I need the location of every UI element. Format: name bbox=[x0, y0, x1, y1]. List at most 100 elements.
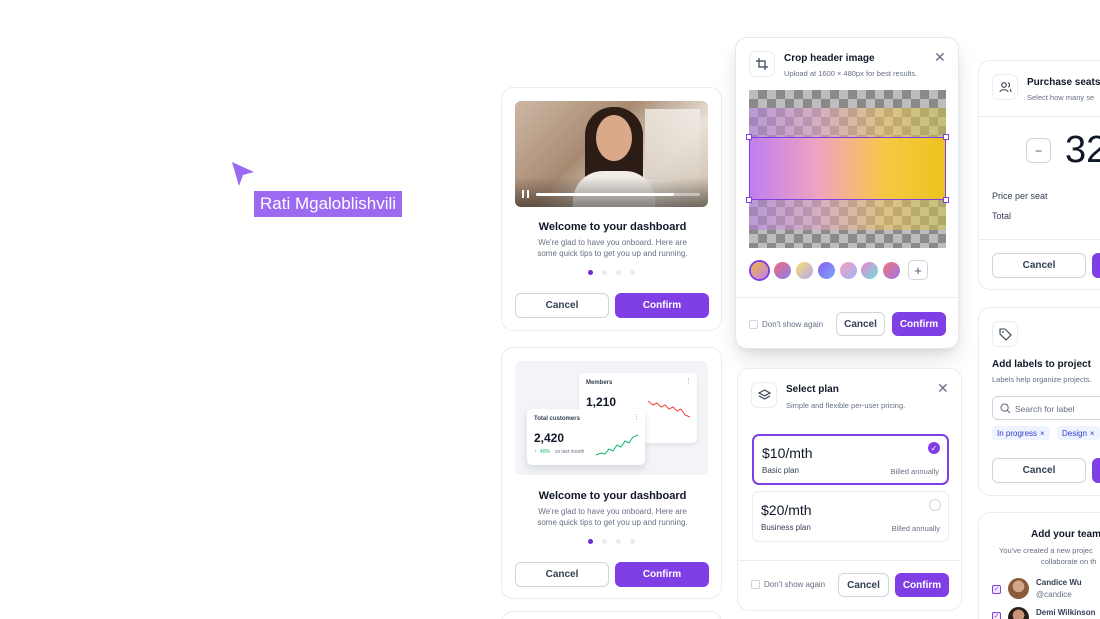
cursor-name-tag: Rati Mgaloblishvili bbox=[254, 191, 403, 217]
dont-show-checkbox[interactable] bbox=[751, 580, 760, 589]
gradient-swatch-4[interactable] bbox=[818, 262, 835, 279]
pagination-dot-1[interactable] bbox=[588, 539, 593, 544]
price-per-seat-label: Price per seat bbox=[992, 191, 1048, 201]
modal-subtitle: Select how many se bbox=[1027, 93, 1095, 102]
more-icon: ⋮ bbox=[633, 414, 640, 421]
customers-card: Total customers ⋮ 2,420 ↑ 40% vs last mo… bbox=[527, 409, 645, 465]
arrow-up-icon: ↑ bbox=[534, 449, 537, 455]
member-checkbox-checked[interactable]: ✓ bbox=[992, 612, 1001, 619]
pagination-dot-1[interactable] bbox=[588, 270, 593, 275]
pause-icon[interactable] bbox=[522, 190, 529, 198]
confirm-button[interactable]: Confirm bbox=[895, 573, 949, 597]
next-card-stub bbox=[501, 611, 722, 619]
modal-title: Select plan bbox=[786, 384, 839, 395]
gradient-swatch-7[interactable] bbox=[883, 262, 900, 279]
pagination-dot-3[interactable] bbox=[616, 539, 621, 544]
pagination-dot-2[interactable] bbox=[602, 539, 607, 544]
pagination-dot-4[interactable] bbox=[630, 539, 635, 544]
cancel-button[interactable]: Cancel bbox=[515, 562, 609, 587]
more-icon: ⋮ bbox=[685, 378, 692, 385]
cancel-button[interactable]: Cancel bbox=[838, 573, 889, 597]
pagination-dots bbox=[588, 270, 635, 275]
crop-canvas[interactable] bbox=[746, 90, 949, 248]
tag-remove-icon[interactable]: × bbox=[1090, 429, 1095, 438]
members-sparkline bbox=[647, 400, 691, 418]
tag-label: In progress bbox=[997, 428, 1038, 438]
tag-remove-icon[interactable]: × bbox=[1040, 429, 1045, 438]
crop-icon bbox=[749, 51, 775, 77]
modal-subtitle-line-1: We're glad to have you onboard. Here are bbox=[538, 507, 687, 516]
members-label: Members bbox=[586, 380, 613, 386]
tag-label: Design bbox=[1062, 428, 1087, 438]
avatar bbox=[1008, 607, 1029, 619]
customers-change-note: vs last month bbox=[555, 449, 585, 455]
dont-show-label: Don't show again bbox=[764, 580, 826, 589]
person-face bbox=[596, 115, 632, 161]
member-name: Demi Wilkinson bbox=[1036, 608, 1096, 617]
pagination-dot-3[interactable] bbox=[616, 270, 621, 275]
confirm-button[interactable] bbox=[1092, 253, 1100, 278]
onboarding-stats-modal: Members ⋮ 1,210 Total customers ⋮ 2,420 … bbox=[501, 347, 722, 599]
search-icon bbox=[1000, 403, 1011, 414]
footer-divider bbox=[979, 239, 1100, 240]
customers-label: Total customers bbox=[534, 416, 580, 422]
unselected-radio bbox=[929, 499, 941, 511]
modal-title: Welcome to your dashboard bbox=[538, 490, 687, 502]
cancel-button[interactable]: Cancel bbox=[992, 253, 1086, 278]
avatar bbox=[1008, 578, 1029, 599]
add-swatch-button[interactable]: + bbox=[908, 260, 928, 280]
cancel-button[interactable]: Cancel bbox=[992, 458, 1086, 483]
video-player[interactable] bbox=[515, 101, 708, 207]
modal-title: Welcome to your dashboard bbox=[538, 221, 687, 233]
crop-handle-top-left[interactable] bbox=[746, 134, 752, 140]
label-tag-design[interactable]: Design × bbox=[1057, 426, 1100, 440]
gradient-swatch-3[interactable] bbox=[796, 262, 813, 279]
video-overlay bbox=[515, 177, 708, 207]
close-icon[interactable]: ✕ bbox=[934, 50, 946, 64]
footer-divider bbox=[738, 560, 961, 561]
customers-value: 2,420 bbox=[534, 431, 565, 445]
dont-show-label: Don't show again bbox=[762, 320, 824, 329]
members-value: 1,210 bbox=[586, 395, 617, 409]
seat-count: 32 bbox=[1065, 129, 1100, 171]
label-tag-in-progress[interactable]: In progress × bbox=[992, 426, 1050, 440]
decrement-button[interactable]: − bbox=[1026, 138, 1051, 163]
modal-title: Add labels to project bbox=[992, 359, 1091, 370]
modal-subtitle-line-2: collaborate on th bbox=[1041, 557, 1097, 566]
close-icon[interactable]: ✕ bbox=[937, 381, 949, 395]
confirm-button[interactable]: Confirm bbox=[892, 312, 946, 336]
total-label: Total bbox=[992, 211, 1012, 221]
modal-title: Purchase seats bbox=[1027, 77, 1100, 88]
gradient-swatch-5[interactable] bbox=[840, 262, 857, 279]
plan-option-basic[interactable]: $10/mth Basic plan Billed annually ✓ bbox=[752, 434, 949, 485]
gradient-swatch-6[interactable] bbox=[861, 262, 878, 279]
pagination-dots bbox=[588, 539, 635, 544]
crop-selection[interactable] bbox=[746, 134, 949, 203]
confirm-button[interactable]: Confirm bbox=[615, 562, 709, 587]
crop-handle-bottom-left[interactable] bbox=[746, 197, 752, 203]
gradient-swatch-1[interactable] bbox=[751, 262, 768, 279]
search-input[interactable]: Search for label bbox=[992, 396, 1100, 420]
modal-subtitle-line-1: You've created a new projec bbox=[999, 546, 1093, 555]
selected-check-icon: ✓ bbox=[928, 442, 940, 454]
modal-subtitle: Upload at 1600 × 480px for best results. bbox=[784, 69, 918, 78]
confirm-button[interactable] bbox=[1092, 458, 1100, 483]
pagination-dot-4[interactable] bbox=[630, 270, 635, 275]
plan-name: Business plan bbox=[761, 523, 811, 532]
modal-subtitle: Simple and flexible per-user pricing. bbox=[786, 401, 906, 410]
onboarding-video-modal: Welcome to your dashboard We're glad to … bbox=[501, 87, 722, 331]
crop-handle-bottom-right[interactable] bbox=[943, 197, 949, 203]
pagination-dot-2[interactable] bbox=[602, 270, 607, 275]
member-checkbox-checked[interactable]: ✓ bbox=[992, 585, 1001, 594]
modal-title: Add your team bbox=[1031, 529, 1100, 540]
crop-handle-top-right[interactable] bbox=[943, 134, 949, 140]
plan-price: $10/mth bbox=[762, 445, 813, 461]
cancel-button[interactable]: Cancel bbox=[836, 312, 885, 336]
stats-illustration: Members ⋮ 1,210 Total customers ⋮ 2,420 … bbox=[515, 361, 708, 475]
confirm-button[interactable]: Confirm bbox=[615, 293, 709, 318]
select-plan-modal: Select plan Simple and flexible per-user… bbox=[737, 368, 962, 611]
cancel-button[interactable]: Cancel bbox=[515, 293, 609, 318]
gradient-swatch-2[interactable] bbox=[774, 262, 791, 279]
dont-show-checkbox[interactable] bbox=[749, 320, 758, 329]
plan-option-business[interactable]: $20/mth Business plan Billed annually bbox=[752, 491, 949, 542]
